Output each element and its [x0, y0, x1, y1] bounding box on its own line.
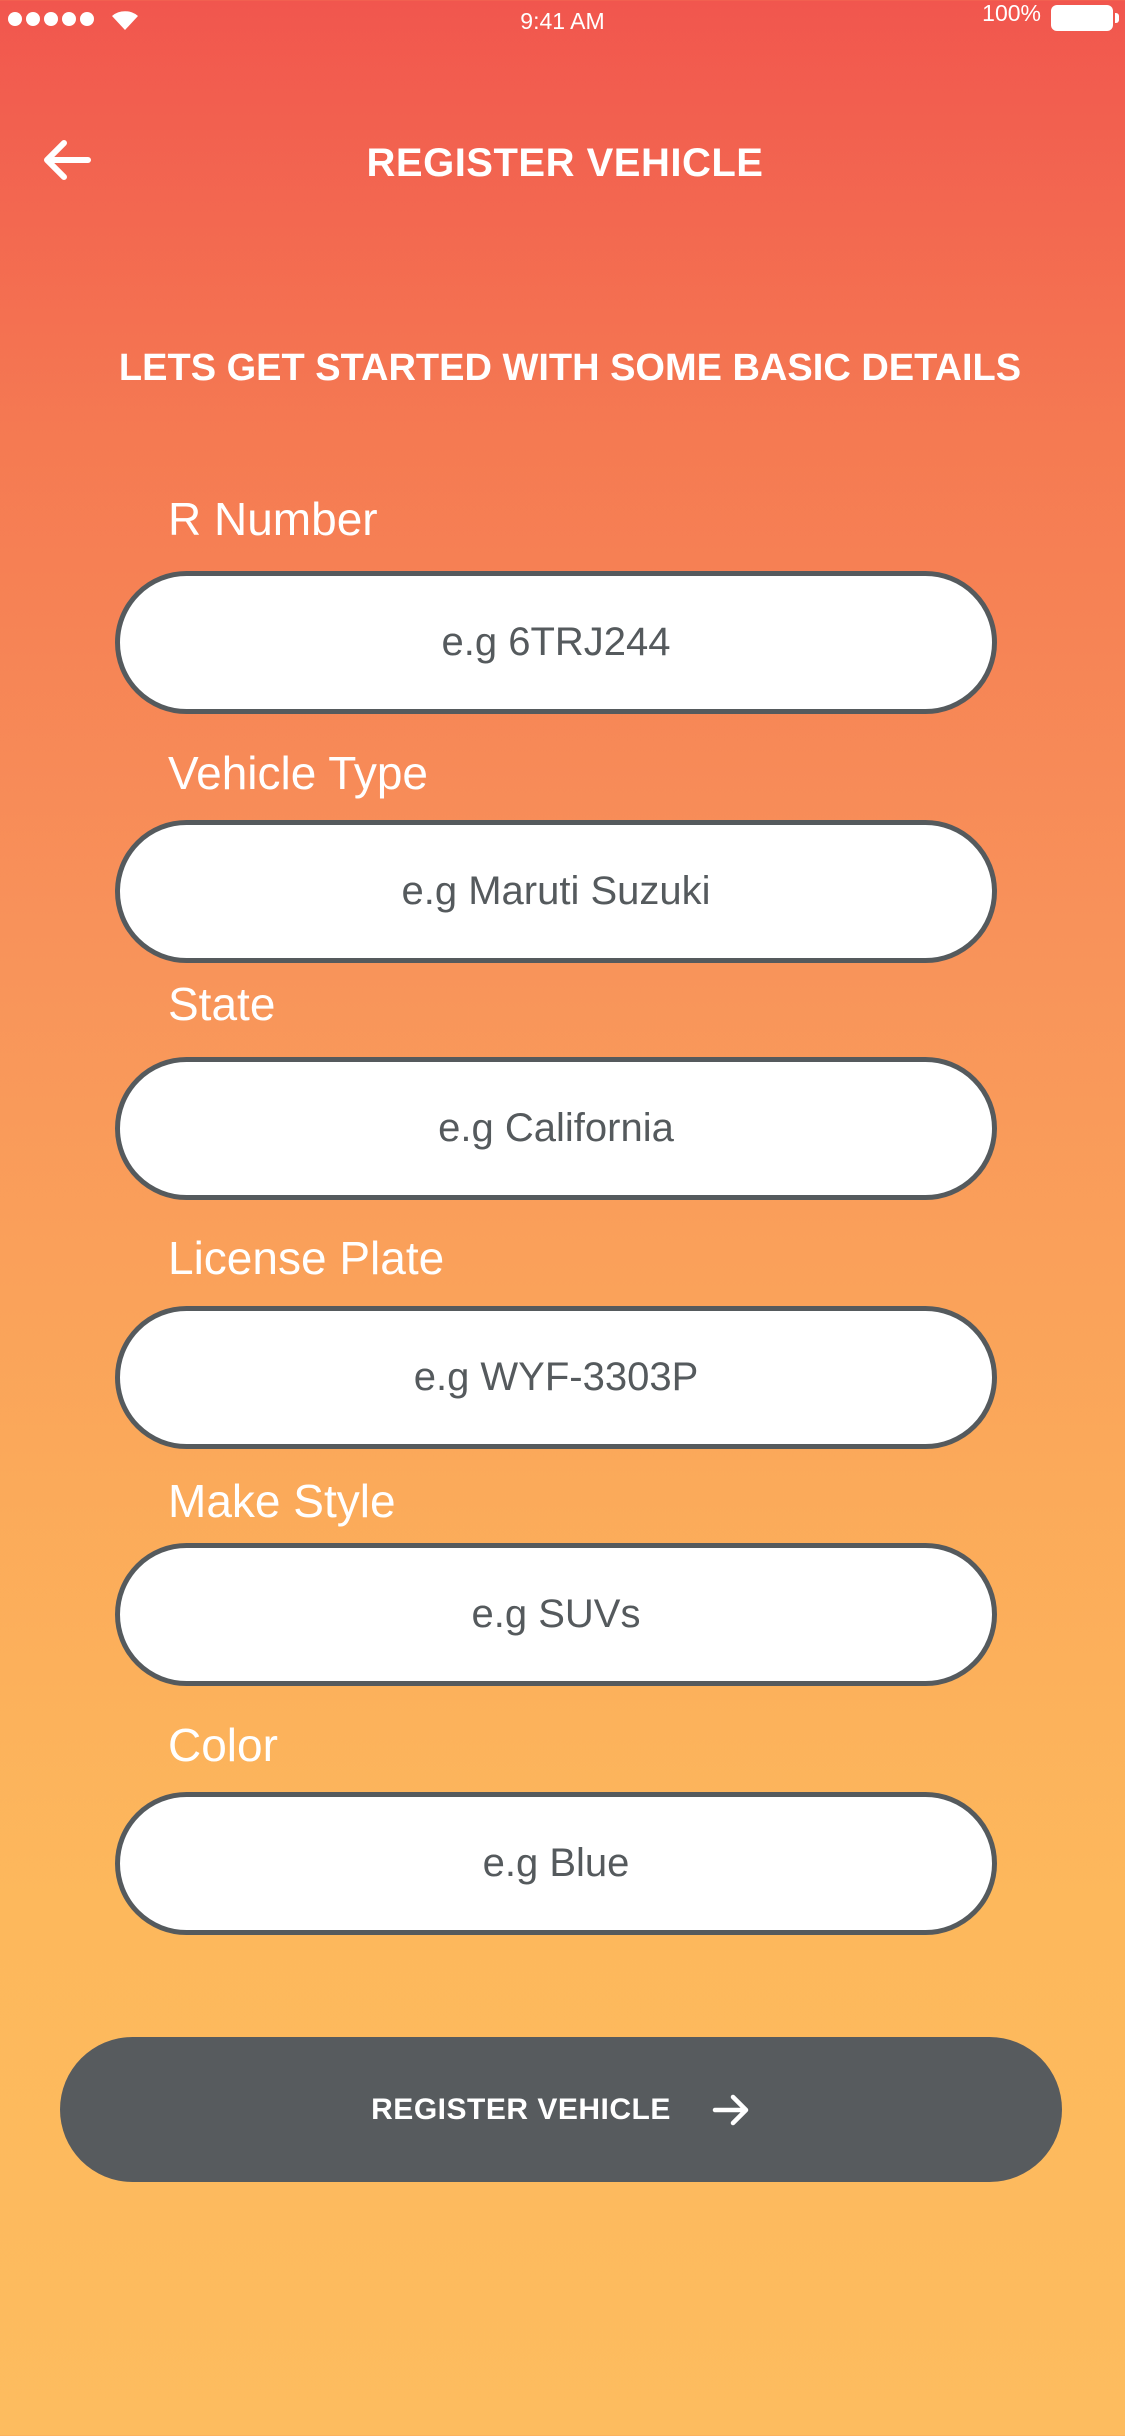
register-vehicle-button[interactable]: REGISTER VEHICLE: [60, 2037, 1062, 2182]
battery-percentage: 100%: [982, 0, 1041, 26]
state-input[interactable]: [115, 1057, 997, 1200]
register-button-label: REGISTER VEHICLE: [371, 2092, 671, 2126]
page-subtitle: LETS GET STARTED WITH SOME BASIC DETAILS: [118, 347, 1022, 389]
page-title: REGISTER VEHICLE: [366, 141, 764, 185]
state-label: State: [168, 978, 276, 1030]
vehicle-type-input[interactable]: [115, 820, 997, 963]
battery-icon: [1051, 5, 1119, 31]
make-style-label: Make Style: [168, 1475, 396, 1527]
make-style-input[interactable]: [115, 1543, 997, 1686]
status-time: 9:41 AM: [520, 8, 605, 34]
color-label: Color: [168, 1719, 278, 1771]
license-plate-label: License Plate: [168, 1232, 445, 1284]
license-plate-input[interactable]: [115, 1306, 997, 1449]
r-number-label: R Number: [168, 493, 378, 545]
arrow-right-icon: [712, 2094, 749, 2125]
r-number-input[interactable]: [115, 571, 997, 714]
color-input[interactable]: [115, 1792, 997, 1935]
status-bar: 9:41 AM 100%: [0, 0, 1125, 44]
vehicle-type-label: Vehicle Type: [168, 747, 429, 799]
